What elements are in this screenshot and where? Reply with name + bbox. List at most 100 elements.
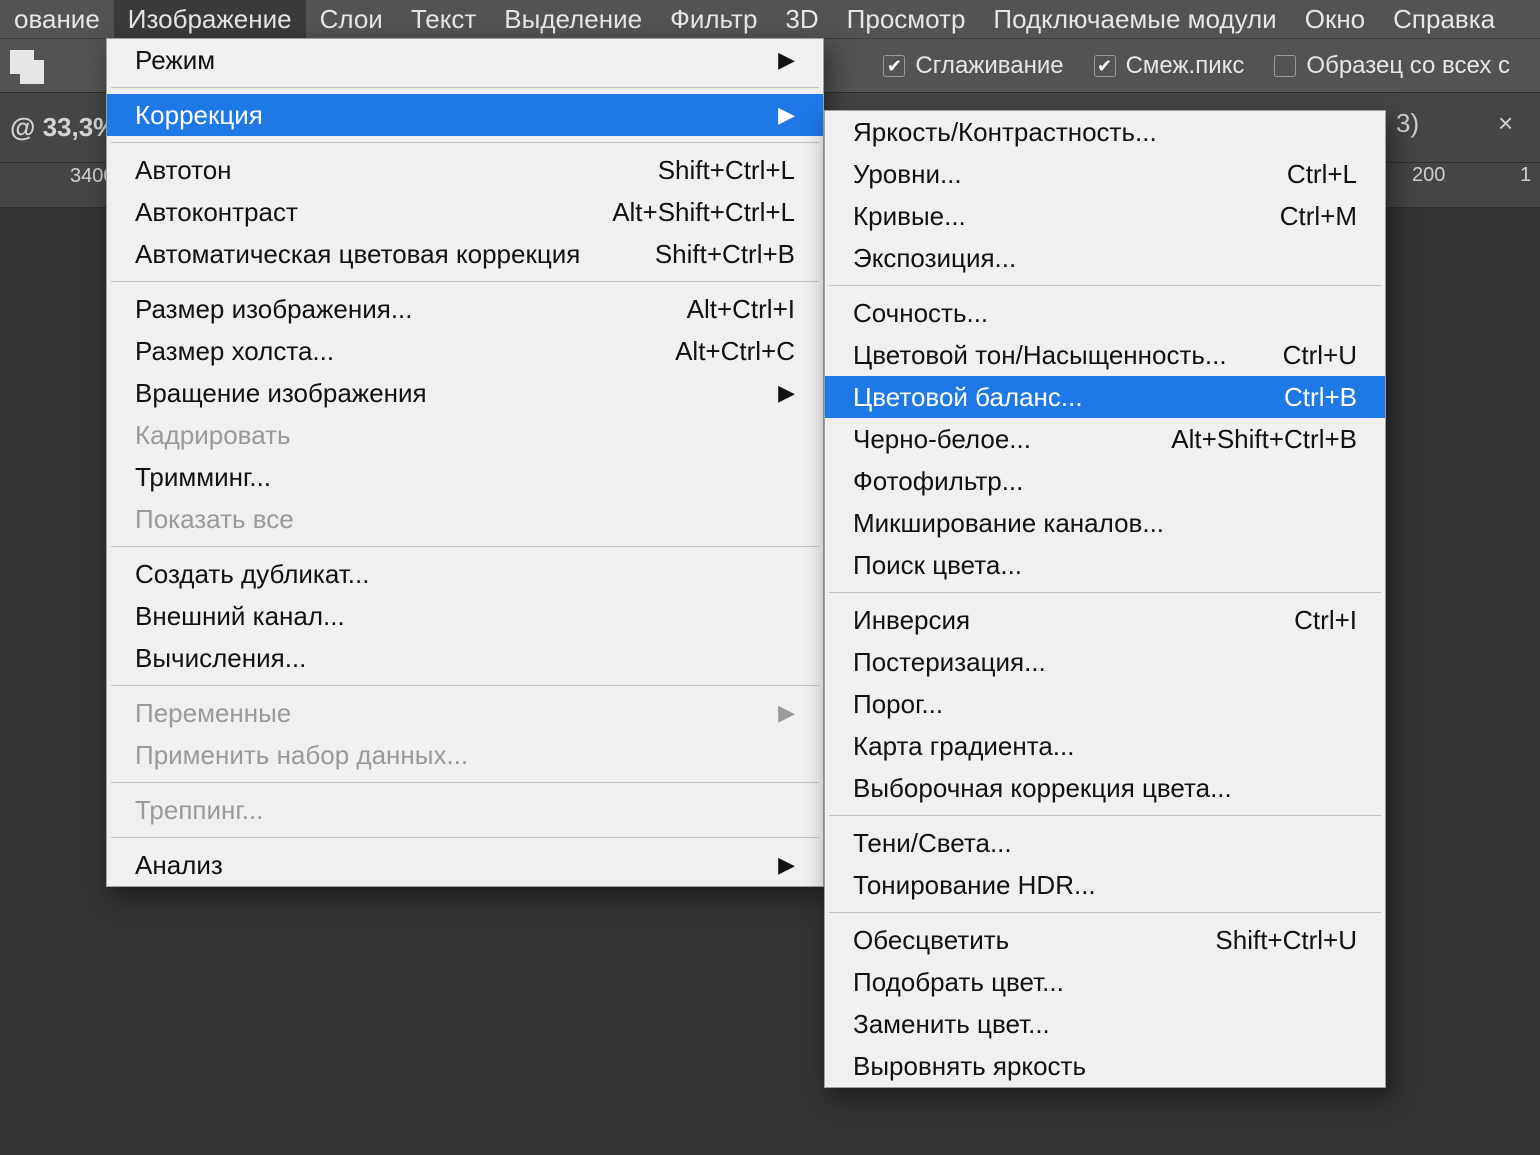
image-menu-dropdown: Режим▶ Коррекция▶ АвтотонShift+Ctrl+LАвток…: [106, 38, 824, 887]
menu-separator: [111, 782, 819, 783]
menu-item[interactable]: Яркость/Контрастность...: [825, 111, 1385, 153]
menu-separator: [111, 87, 819, 88]
menu-item[interactable]: Автоматическая цветовая коррекцияShift+C…: [107, 233, 823, 275]
menu-item[interactable]: Цветовой баланс... Ctrl+B: [825, 376, 1385, 418]
menu-item[interactable]: Вращение изображения▶: [107, 372, 823, 414]
menu-item[interactable]: Размер холста...Alt+Ctrl+C: [107, 330, 823, 372]
menu-изображение[interactable]: Изображение: [114, 0, 306, 38]
menu-item[interactable]: Черно-белое...Alt+Shift+Ctrl+B: [825, 418, 1385, 460]
menu-item: Применить набор данных...: [107, 734, 823, 776]
menu-item-label: Вычисления...: [135, 643, 795, 674]
menubar: ованиеИзображениеСлои Текст ВыделениеФильт…: [0, 0, 1540, 38]
menu-item-label: Экспозиция...: [853, 243, 1357, 274]
menu-item[interactable]: Тонирование HDR...: [825, 864, 1385, 906]
menu-окно[interactable]: Окно: [1291, 0, 1379, 38]
menu-item-label: Применить набор данных...: [135, 740, 795, 771]
checkbox-checked-icon: ✔: [1094, 55, 1116, 77]
menu-item: Переменные▶: [107, 692, 823, 734]
menu-слои[interactable]: Слои: [306, 0, 397, 38]
menu-item[interactable]: ИнверсияCtrl+I: [825, 599, 1385, 641]
menu-item[interactable]: Сочность...: [825, 292, 1385, 334]
menu-item-label: Черно-белое...: [853, 424, 1131, 455]
contiguous-option[interactable]: ✔ Смеж.пикс: [1094, 52, 1245, 80]
menu-label: Текст: [411, 4, 476, 35]
menu-item-label: Показать все: [135, 504, 795, 535]
submenu-arrow-icon: ▶: [778, 700, 795, 726]
menu-label: Подключаемые модули: [993, 4, 1276, 35]
menu-item-shortcut: Alt+Ctrl+C: [675, 336, 795, 367]
menu-item-label: Порог...: [853, 689, 1357, 720]
ruler-mark: 200: [1412, 164, 1445, 187]
menu-item-label: Поиск цвета...: [853, 550, 1357, 581]
menu-справка[interactable]: Справка: [1379, 0, 1509, 38]
menu-item-label: Цветовой баланс...: [853, 382, 1244, 413]
menu-ование[interactable]: ование: [0, 0, 114, 38]
menu-просмотр[interactable]: Просмотр: [833, 0, 980, 38]
menu-item[interactable]: Постеризация...: [825, 641, 1385, 683]
menu-3d[interactable]: 3D: [771, 0, 832, 38]
menu-separator: [111, 281, 819, 282]
menu-item[interactable]: Обесцветить Shift+Ctrl+U: [825, 919, 1385, 961]
menu-item[interactable]: Тримминг...: [107, 456, 823, 498]
tab-close-button[interactable]: ×: [1498, 108, 1513, 139]
menu-item-label: Уровни...: [853, 159, 1247, 190]
menu-item[interactable]: Заменить цвет...: [825, 1003, 1385, 1045]
menu-item[interactable]: Режим▶: [107, 39, 823, 81]
menu-item[interactable]: Кривые...Ctrl+M: [825, 195, 1385, 237]
menu-item-label: Яркость/Контрастность...: [853, 117, 1357, 148]
menu-item-shortcut: Ctrl+U: [1283, 340, 1357, 371]
menu-separator: [829, 912, 1381, 913]
antialias-option[interactable]: ✔ Сглаживание: [883, 52, 1063, 80]
checkbox-unchecked-icon: ✔: [1274, 55, 1296, 77]
menu-item-shortcut: Ctrl+L: [1287, 159, 1357, 190]
menu-item[interactable]: Вычисления...: [107, 637, 823, 679]
menu-separator: [829, 592, 1381, 593]
menu-item[interactable]: Подобрать цвет...: [825, 961, 1385, 1003]
sample-all-option[interactable]: ✔ Образец со всех с: [1274, 52, 1510, 80]
adjustments-submenu: Яркость/Контрастность... Уровни... Ctrl+L К…: [824, 110, 1386, 1088]
menu-item-label: Выборочная коррекция цвета...: [853, 773, 1357, 804]
menu-item-label: Кривые...: [853, 201, 1240, 232]
menu-item[interactable]: Выборочная коррекция цвета...: [825, 767, 1385, 809]
menu-item-label: Выровнять яркость: [853, 1051, 1357, 1082]
menu-item-shortcut: Shift+Ctrl+L: [658, 155, 795, 186]
menu-item[interactable]: АвтоконтрастAlt+Shift+Ctrl+L: [107, 191, 823, 233]
menu-item-shortcut: Ctrl+B: [1284, 382, 1357, 413]
menu-item[interactable]: Анализ▶: [107, 844, 823, 886]
menu-item[interactable]: Фотофильтр...: [825, 460, 1385, 502]
menu-item[interactable]: Создать дубликат...: [107, 553, 823, 595]
menu-выделение[interactable]: Выделение: [490, 0, 656, 38]
menu-подключаемые модули[interactable]: Подключаемые модули: [979, 0, 1290, 38]
menu-item-shortcut: Shift+Ctrl+U: [1215, 925, 1357, 956]
menu-item-label: Инверсия: [853, 605, 1254, 636]
menu-item-shortcut: Alt+Ctrl+I: [687, 294, 795, 325]
menu-item[interactable]: Внешний канал...: [107, 595, 823, 637]
menu-item[interactable]: Поиск цвета...: [825, 544, 1385, 586]
menu-item[interactable]: Карта градиента...: [825, 725, 1385, 767]
submenu-arrow-icon: ▶: [778, 47, 795, 73]
menu-item[interactable]: Размер изображения...Alt+Ctrl+I: [107, 288, 823, 330]
menu-item-label: Заменить цвет...: [853, 1009, 1357, 1040]
menu-item-label: Тримминг...: [135, 462, 795, 493]
menu-item[interactable]: Порог...: [825, 683, 1385, 725]
menu-item-label: Микширование каналов...: [853, 508, 1357, 539]
menu-текст[interactable]: Текст: [397, 0, 490, 38]
menu-separator: [829, 285, 1381, 286]
menu-label: Окно: [1305, 4, 1365, 35]
tool-preset-icon[interactable]: [10, 46, 90, 86]
sample-all-label: Образец со всех с: [1306, 52, 1510, 80]
menu-item-label: Цветовой тон/Насыщенность...: [853, 340, 1243, 371]
menu-item[interactable]: Экспозиция...: [825, 237, 1385, 279]
menu-item[interactable]: Микширование каналов...: [825, 502, 1385, 544]
menu-item-label: Постеризация...: [853, 647, 1357, 678]
menu-item[interactable]: Уровни... Ctrl+L: [825, 153, 1385, 195]
menu-item[interactable]: Выровнять яркость: [825, 1045, 1385, 1087]
menu-item[interactable]: Цветовой тон/Насыщенность... Ctrl+U: [825, 334, 1385, 376]
tab-zoom-suffix: 3): [1396, 108, 1419, 139]
menu-item[interactable]: Коррекция▶: [107, 94, 823, 136]
menu-item[interactable]: АвтотонShift+Ctrl+L: [107, 149, 823, 191]
menu-item-label: Обесцветить: [853, 925, 1175, 956]
submenu-arrow-icon: ▶: [778, 380, 795, 406]
menu-item[interactable]: Тени/Света...: [825, 822, 1385, 864]
menu-фильтр[interactable]: Фильтр: [656, 0, 771, 38]
